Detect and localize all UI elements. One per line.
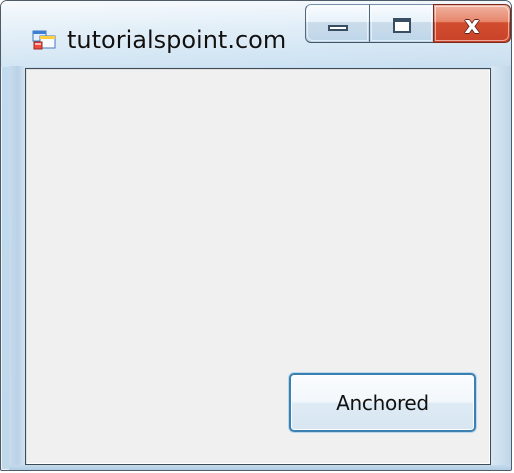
close-button[interactable]: x — [433, 4, 511, 43]
maximize-icon — [392, 17, 411, 33]
anchored-button[interactable]: Anchored — [289, 373, 476, 432]
title-bar[interactable]: tutorialspoint.com x — [1, 1, 511, 67]
bottom-window-frame — [9, 465, 511, 470]
application-window: tutorialspoint.com x Anchored — [0, 0, 512, 471]
close-icon: x — [464, 10, 480, 39]
form-client-area: Anchored — [25, 68, 491, 465]
window-caption-buttons: x — [305, 4, 511, 43]
left-window-frame — [9, 66, 25, 465]
application-icon — [32, 30, 56, 50]
window-title: tutorialspoint.com — [67, 26, 287, 54]
maximize-button[interactable] — [369, 4, 434, 43]
minimize-icon — [327, 25, 348, 31]
right-window-frame — [491, 66, 511, 465]
minimize-button[interactable] — [305, 4, 370, 43]
